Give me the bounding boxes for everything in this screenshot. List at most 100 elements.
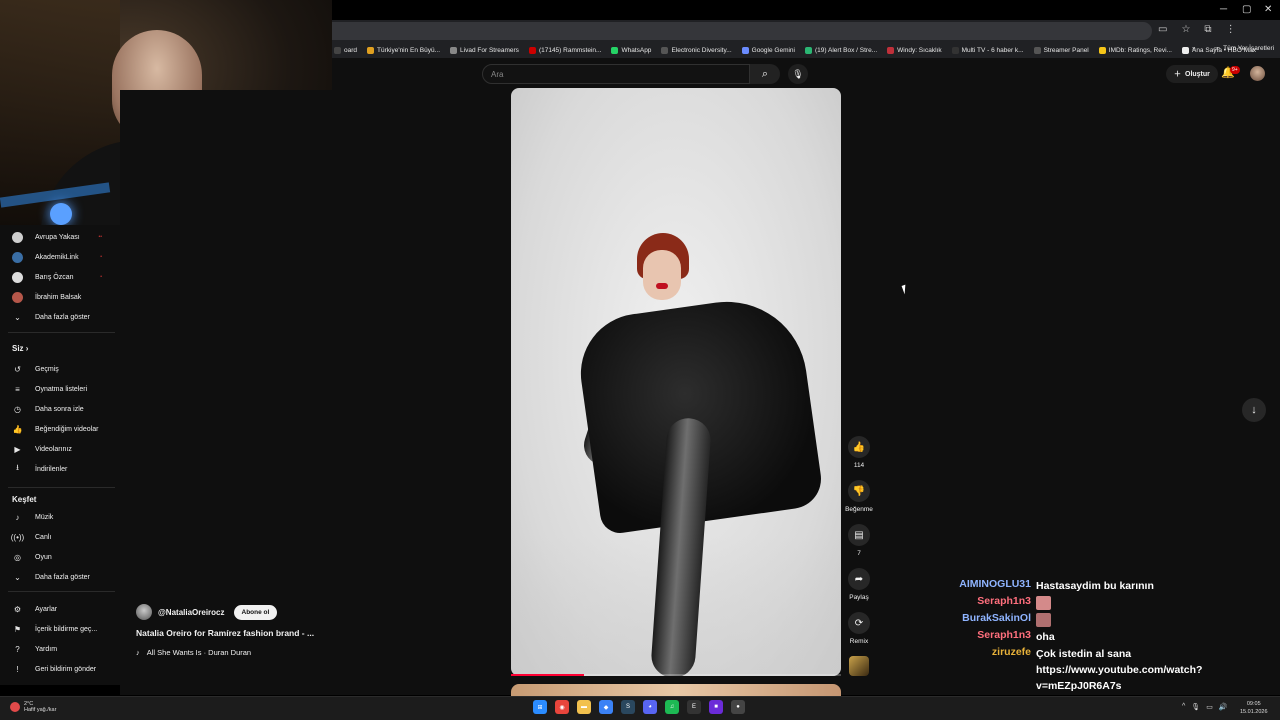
bookmark-item[interactable]: oard: [334, 46, 357, 54]
sidebar-item[interactable]: ⌄ Daha fazla göster: [0, 308, 116, 326]
song-row[interactable]: ♪ All She Wants Is · Duran Duran: [136, 648, 346, 657]
sidebar-item-label: Daha fazla göster: [35, 573, 90, 581]
extensions-icon[interactable]: ⧉: [1204, 24, 1211, 35]
remix-button[interactable]: ⟳ Remix: [844, 612, 874, 645]
cast-icon[interactable]: ▭: [1158, 24, 1167, 35]
bookmark-item[interactable]: Google Gemini: [741, 46, 795, 54]
stream-icon[interactable]: ■: [709, 700, 723, 714]
comments-button[interactable]: ▤ 7: [844, 524, 874, 557]
short-video-player[interactable]: [511, 88, 841, 676]
sidebar-item[interactable]: ⭳ İndirilenler: [0, 460, 116, 478]
chat-emote: [1036, 596, 1051, 611]
chat-username[interactable]: Seraph1n3: [940, 595, 1036, 611]
next-short-preview[interactable]: [511, 684, 841, 696]
menu-icon[interactable]: ⋮: [1226, 24, 1236, 35]
short-title[interactable]: Natalia Oreiro for Ramírez fashion brand…: [136, 628, 346, 638]
section-heading-explore: Keşfet: [12, 495, 37, 504]
bookmark-item[interactable]: WhatsApp: [611, 46, 651, 54]
voice-search-button[interactable]: 🎙: [788, 64, 808, 84]
spotify-icon[interactable]: ♫: [665, 700, 679, 714]
subscribe-button[interactable]: Abone ol: [233, 604, 278, 620]
chat-username[interactable]: Seraph1n3: [940, 629, 1036, 645]
bookmark-item[interactable]: IMDb: Ratings, Revi...: [1098, 46, 1172, 54]
close-icon[interactable]: ✕: [1264, 4, 1272, 15]
sidebar-divider: [8, 591, 115, 592]
account-avatar[interactable]: [1250, 66, 1265, 81]
start-icon[interactable]: ⊞: [533, 700, 547, 714]
download-icon: ⭳: [16, 463, 19, 472]
volume-icon[interactable]: 🔊: [1219, 703, 1228, 711]
sidebar-item[interactable]: ▶ Videolarınız: [0, 440, 116, 458]
chat-emote: [1036, 613, 1051, 628]
sidebar: Avrupa Yakası •• AkademikLink • Barış Özcan •…: [0, 225, 120, 685]
steam-icon[interactable]: S: [621, 700, 635, 714]
sidebar-item[interactable]: ◷ Daha sonra izle: [0, 400, 116, 418]
sidebar-item[interactable]: ◎ Oyun: [0, 548, 116, 566]
clock[interactable]: 09:05 15.01.2026: [1240, 700, 1268, 716]
network-icon[interactable]: ▭: [1206, 703, 1213, 711]
chat-message: ziruzefe Çok istedin al sana https://www.…: [940, 646, 1280, 694]
obs-icon[interactable]: ●: [731, 700, 745, 714]
sidebar-item[interactable]: AkademikLink •: [0, 248, 116, 266]
chrome-icon[interactable]: ◉: [555, 700, 569, 714]
epic-icon[interactable]: E: [687, 700, 701, 714]
share-label: Paylaş: [849, 594, 869, 601]
bookmark-item[interactable]: (17145) Rammstein...: [528, 46, 602, 54]
create-button[interactable]: ＋ Oluştur: [1166, 65, 1218, 83]
like-button[interactable]: 👍 114: [844, 436, 874, 469]
sidebar-item[interactable]: İbrahim Balsak: [0, 288, 116, 306]
minimize-icon[interactable]: ─: [1220, 4, 1227, 15]
bookmark-item[interactable]: (19) Alert Box / Stre...: [805, 46, 877, 54]
mic-tray-icon[interactable]: 🎙: [1191, 703, 1200, 711]
bookmark-item[interactable]: Multi TV - 6 haber k...: [951, 46, 1024, 54]
app-icon[interactable]: ◆: [599, 700, 613, 714]
chat-username[interactable]: AIMINOGLU31: [940, 578, 1036, 594]
bookmark-item[interactable]: Electronic Diversity...: [661, 46, 732, 54]
bookmark-item[interactable]: Türkiye'nin En Büyü...: [367, 46, 440, 54]
bookmark-label: Windy: Sıcaklık: [897, 46, 942, 54]
folder-icon[interactable]: ▬: [577, 700, 591, 714]
sidebar-item[interactable]: ⌄ Daha fazla göster: [0, 568, 116, 586]
comment-icon: ▤: [848, 524, 870, 546]
sidebar-item[interactable]: 👍 Beğendiğim videolar: [0, 420, 116, 438]
all-bookmarks-link[interactable]: Tüm Yer İşaretleri: [1223, 45, 1274, 52]
search-input[interactable]: Ara: [482, 64, 750, 84]
bookmark-favicon-icon: [887, 46, 895, 54]
chat-username[interactable]: ziruzefe: [940, 646, 1036, 694]
discord-icon[interactable]: ◕: [643, 700, 657, 714]
sidebar-item[interactable]: ? Yardım: [0, 640, 116, 658]
sidebar-item[interactable]: ⚙ Ayarlar: [0, 600, 116, 618]
bookmark-favicon-icon: [951, 46, 959, 54]
tray-chevron-icon[interactable]: ^: [1182, 703, 1185, 711]
sidebar-item[interactable]: ♪ Müzik: [0, 508, 116, 526]
sound-thumbnail[interactable]: [849, 656, 869, 676]
sidebar-item[interactable]: ⚑ İçerik bildirme geç...: [0, 620, 116, 638]
channel-name[interactable]: @NataliaOreirocz: [158, 608, 225, 617]
search-placeholder: Ara: [491, 69, 504, 79]
video-progress-bar[interactable]: [511, 674, 841, 676]
bookmark-item[interactable]: Livad For Streamers: [450, 46, 519, 54]
sidebar-item[interactable]: ! Geri bildirim gönder: [0, 660, 116, 678]
section-heading-you[interactable]: Siz ›: [12, 344, 28, 353]
bookmark-label: (17145) Rammstein...: [538, 46, 602, 54]
sidebar-item[interactable]: ((•)) Canlı: [0, 528, 116, 546]
chat-username[interactable]: BurakSakinOl: [940, 612, 1036, 628]
maximize-icon[interactable]: ▢: [1242, 4, 1251, 15]
bookmark-item[interactable]: Windy: Sıcaklık: [887, 46, 942, 54]
address-bar[interactable]: [332, 22, 1152, 40]
bookmark-item[interactable]: Streamer Panel: [1033, 46, 1089, 54]
sidebar-item[interactable]: Barış Özcan •: [0, 268, 116, 286]
dislike-button[interactable]: 👎 Beğenme: [844, 480, 874, 513]
bookmark-star-icon[interactable]: ☆: [1181, 24, 1190, 35]
next-short-button[interactable]: ↓: [1242, 398, 1266, 422]
sidebar-item[interactable]: ≡ Oynatma listeleri: [0, 380, 116, 398]
history-icon: ↺: [14, 364, 21, 374]
channel-avatar[interactable]: [136, 604, 152, 620]
share-button[interactable]: ➦ Paylaş: [844, 568, 874, 601]
bookmarks-more-icon[interactable]: »: [1192, 45, 1196, 52]
weather-widget[interactable]: 2°C Hafif yağ./kar: [10, 701, 56, 713]
search-button[interactable]: ⌕: [750, 64, 780, 84]
sidebar-item[interactable]: ↺ Geçmiş: [0, 360, 116, 378]
chat-emote-wrap: [1036, 612, 1280, 628]
sidebar-item[interactable]: Avrupa Yakası ••: [0, 228, 116, 246]
